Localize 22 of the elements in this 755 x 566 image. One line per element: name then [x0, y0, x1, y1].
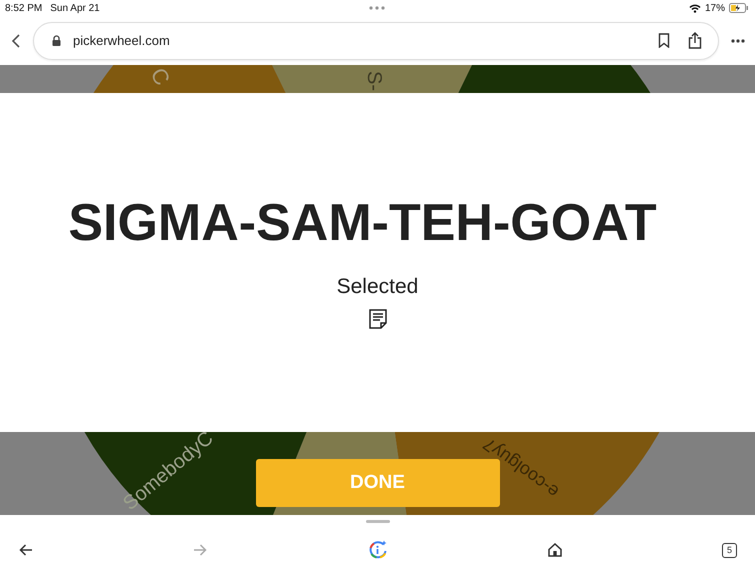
tab-count-button[interactable]: 5 — [722, 542, 737, 558]
lock-icon — [52, 35, 61, 46]
home-icon[interactable] — [548, 543, 562, 557]
winner-text: SIGMA-SAM-TEH-GOAT — [68, 193, 657, 253]
battery-percent: 17% — [704, 2, 725, 14]
note-icon[interactable] — [368, 309, 386, 329]
wheel-label: C — [146, 65, 176, 90]
wifi-icon — [688, 4, 701, 12]
status-date: Sun Apr 21 — [50, 2, 100, 14]
url-text: pickerwheel.com — [73, 33, 170, 48]
bookmark-icon[interactable] — [658, 33, 670, 48]
selected-caption: Selected — [336, 275, 418, 299]
back-icon[interactable] — [11, 34, 21, 48]
address-bar[interactable]: pickerwheel.com — [33, 22, 719, 60]
battery-icon — [729, 3, 749, 13]
share-icon[interactable] — [688, 32, 702, 49]
status-time: 8:52 PM — [5, 2, 42, 14]
wheel-label: S- — [363, 71, 385, 91]
back-arrow-icon[interactable] — [19, 544, 33, 556]
more-icon[interactable] — [731, 38, 745, 42]
assistant-icon[interactable] — [368, 540, 388, 560]
more-dots-icon[interactable] — [369, 6, 385, 10]
